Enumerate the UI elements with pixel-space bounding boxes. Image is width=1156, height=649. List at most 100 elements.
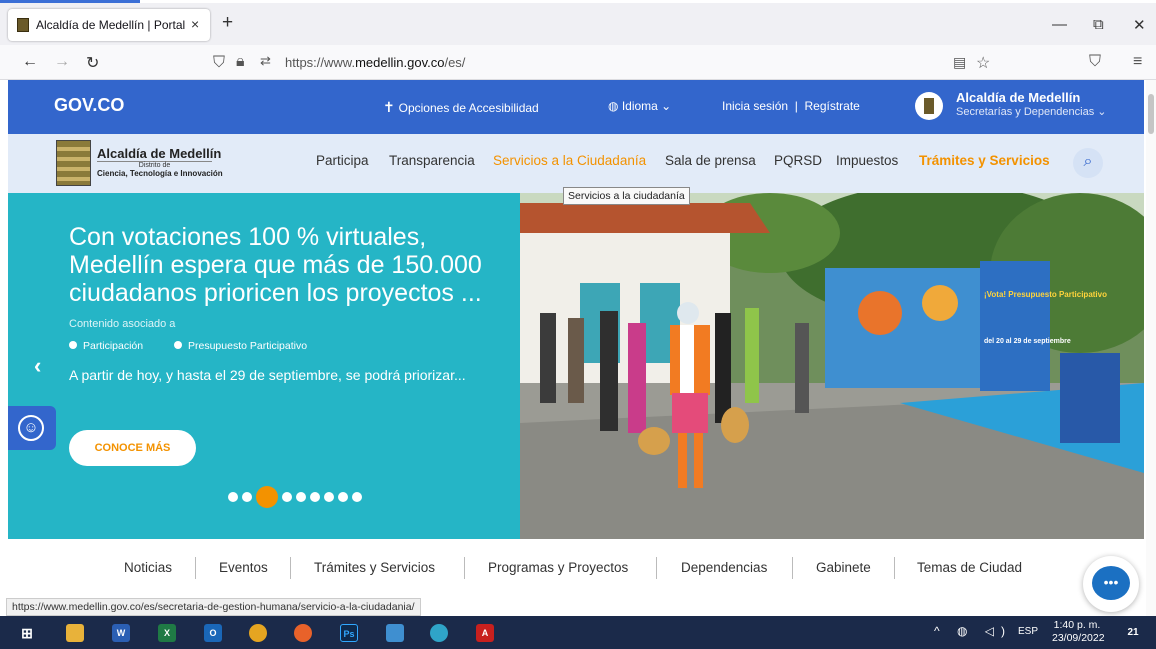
site-name[interactable]: Alcaldía de Medellín xyxy=(97,146,221,161)
chat-icon[interactable] xyxy=(1083,556,1139,612)
language-dropdown[interactable]: ◍ Idioma ⌄ xyxy=(608,99,671,113)
gov-co-bar: GOV.CO ✝︎ Opciones de Accesibilidad ◍ Id… xyxy=(8,80,1144,134)
carousel-dot[interactable] xyxy=(228,492,238,502)
firefox-icon[interactable] xyxy=(294,624,312,642)
carousel-dot[interactable] xyxy=(282,492,292,502)
carousel-dot[interactable] xyxy=(338,492,348,502)
system-tray-icons[interactable]: ^ ◍ ◁) xyxy=(934,624,1012,638)
nav-noticias[interactable]: Noticias xyxy=(124,560,172,575)
reload-icon[interactable]: ↻ xyxy=(86,53,99,73)
accessibility-fab[interactable]: ☺ xyxy=(8,406,56,450)
hero-title[interactable]: Con votaciones 100 % virtuales, Medellín… xyxy=(69,223,509,307)
page-scrollbar[interactable] xyxy=(1146,80,1156,616)
permissions-icon[interactable]: ⇄ xyxy=(260,53,271,69)
nav-divider xyxy=(894,557,895,579)
nav-tramites[interactable]: Trámites y Servicios xyxy=(314,560,435,575)
tab-close-icon[interactable]: × xyxy=(191,16,199,32)
tag-presupuesto[interactable]: Presupuesto Participativo xyxy=(174,340,307,352)
snipping-tool-icon[interactable] xyxy=(386,624,404,642)
excel-icon[interactable]: X xyxy=(158,624,176,642)
nav-temas-ciudad[interactable]: Temas de Ciudad xyxy=(917,560,1022,575)
tag-participacion[interactable]: Participación xyxy=(69,340,143,352)
browser-nav-bar: ← → ↻ ⛉ 🔒︎ ⇄ https://www.medellin.gov.co… xyxy=(0,45,1156,80)
notifications-icon[interactable]: 21 xyxy=(1124,624,1142,642)
login-register-link[interactable]: Inicia sesión | Regístrate xyxy=(722,99,860,113)
word-icon[interactable]: W xyxy=(112,624,130,642)
url-text[interactable]: https://www.medellin.gov.co/es/ xyxy=(285,55,465,70)
bookmark-star-icon[interactable]: ☆ xyxy=(976,53,990,73)
menu-transparencia[interactable]: Transparencia xyxy=(389,153,475,168)
site-sub-district: Distrito de xyxy=(97,161,212,169)
entity-name[interactable]: Alcaldía de Medellín xyxy=(956,90,1080,105)
accessibility-options-link[interactable]: ✝︎ Opciones de Accesibilidad xyxy=(383,99,539,116)
forward-icon[interactable]: → xyxy=(54,53,70,71)
input-language[interactable]: ESP xyxy=(1018,626,1038,637)
shield-icon[interactable]: ⛉ xyxy=(213,54,225,72)
chevron-left-icon[interactable]: ‹ xyxy=(34,353,41,379)
nav-gabinete[interactable]: Gabinete xyxy=(816,560,871,575)
carousel-dot[interactable] xyxy=(296,492,306,502)
url-path: /es/ xyxy=(444,55,466,70)
menu-servicios-ciudadania[interactable]: Servicios a la Ciudadanía xyxy=(493,153,646,168)
menu-participa[interactable]: Participa xyxy=(316,153,369,168)
menu-icon[interactable]: ≡ xyxy=(1133,53,1142,71)
site-sub-science: Ciencia, Tecnología e Innovación xyxy=(97,169,223,178)
menu-sala-de-prensa[interactable]: Sala de prensa xyxy=(665,153,756,168)
url-prefix: https://www. xyxy=(285,55,356,70)
hero-panel: Con votaciones 100 % virtuales, Medellín… xyxy=(8,193,520,539)
new-tab-button[interactable]: + xyxy=(222,12,233,34)
reader-view-icon[interactable]: ▤ xyxy=(953,54,966,71)
hero-assoc-label: Contenido asociado a xyxy=(69,318,176,330)
carousel-dot[interactable] xyxy=(352,492,362,502)
coat-of-arms-icon[interactable] xyxy=(56,140,91,186)
hero-description: A partir de hoy, y hasta el 29 de septie… xyxy=(69,367,466,383)
outlook-icon[interactable]: O xyxy=(204,624,222,642)
poster-dates: del 20 al 29 de septiembre xyxy=(984,338,1071,345)
entity-sub-label: Secretarías y Dependencias xyxy=(956,106,1095,118)
menu-impuestos[interactable]: Impuestos xyxy=(836,153,898,168)
windows-taskbar: ⊞ W X O Ps A ^ ◍ ◁) ESP 1:40 p. m. 23/09… xyxy=(0,616,1156,649)
accessibility-icon: ✝︎ xyxy=(383,99,399,115)
status-bar-url: https://www.medellin.gov.co/es/secretari… xyxy=(6,598,421,616)
menu-tramites-servicios[interactable]: Trámites y Servicios xyxy=(919,153,1050,168)
clock-time: 1:40 p. m. xyxy=(1053,619,1101,631)
accessibility-label: Opciones de Accesibilidad xyxy=(398,101,539,115)
site-favicon-icon xyxy=(17,18,29,32)
city-badge-icon xyxy=(915,92,943,120)
language-label: Idioma xyxy=(621,99,658,113)
pocket-icon[interactable]: ⛉ xyxy=(1089,53,1101,71)
minimize-icon[interactable]: — xyxy=(1052,16,1067,33)
scrollbar-thumb[interactable] xyxy=(1148,94,1154,134)
entity-sub-dropdown[interactable]: Secretarías y Dependencias ⌄ xyxy=(956,105,1106,118)
windows-start-icon[interactable]: ⊞ xyxy=(18,624,36,642)
back-icon[interactable]: ← xyxy=(22,53,38,71)
search-icon[interactable]: ⌕ xyxy=(1073,148,1103,178)
nav-dependencias[interactable]: Dependencias xyxy=(681,560,767,575)
restore-icon[interactable]: ⧉ xyxy=(1093,16,1104,33)
close-window-icon[interactable]: ✕ xyxy=(1133,16,1146,34)
nav-eventos[interactable]: Eventos xyxy=(219,560,268,575)
tooltip: Servicios a la ciudadanía xyxy=(563,187,690,205)
chevron-down-icon: ⌄ xyxy=(657,99,672,113)
photoshop-icon[interactable]: Ps xyxy=(340,624,358,642)
conoce-mas-button[interactable]: CONOCE MÁS xyxy=(69,430,196,466)
clock[interactable]: 1:40 p. m. 23/09/2022 xyxy=(1052,619,1105,645)
carousel-dot[interactable] xyxy=(256,486,278,508)
browser-tab[interactable]: Alcaldía de Medellín | Portal ins × xyxy=(8,9,210,41)
carousel-dot[interactable] xyxy=(310,492,320,502)
globe-icon: ◍ xyxy=(608,99,622,113)
notification-count: 21 xyxy=(1127,627,1139,638)
chrome-icon[interactable] xyxy=(249,624,267,642)
file-explorer-icon[interactable] xyxy=(66,624,84,642)
address-bar[interactable]: ⛉ 🔒︎ ⇄ https://www.medellin.gov.co/es/ ▤… xyxy=(203,48,1003,77)
menu-pqrsd[interactable]: PQRSD xyxy=(774,153,822,168)
carousel-dot[interactable] xyxy=(324,492,334,502)
gov-co-logo[interactable]: GOV.CO xyxy=(54,95,124,116)
nav-programas[interactable]: Programas y Proyectos xyxy=(488,560,628,575)
carousel-dot[interactable] xyxy=(242,492,252,502)
edge-icon[interactable] xyxy=(430,624,448,642)
nav-divider xyxy=(290,557,291,579)
tab-title: Alcaldía de Medellín | Portal ins xyxy=(36,18,186,32)
acrobat-icon[interactable]: A xyxy=(476,624,494,642)
lock-icon[interactable]: 🔒︎ xyxy=(236,53,245,71)
